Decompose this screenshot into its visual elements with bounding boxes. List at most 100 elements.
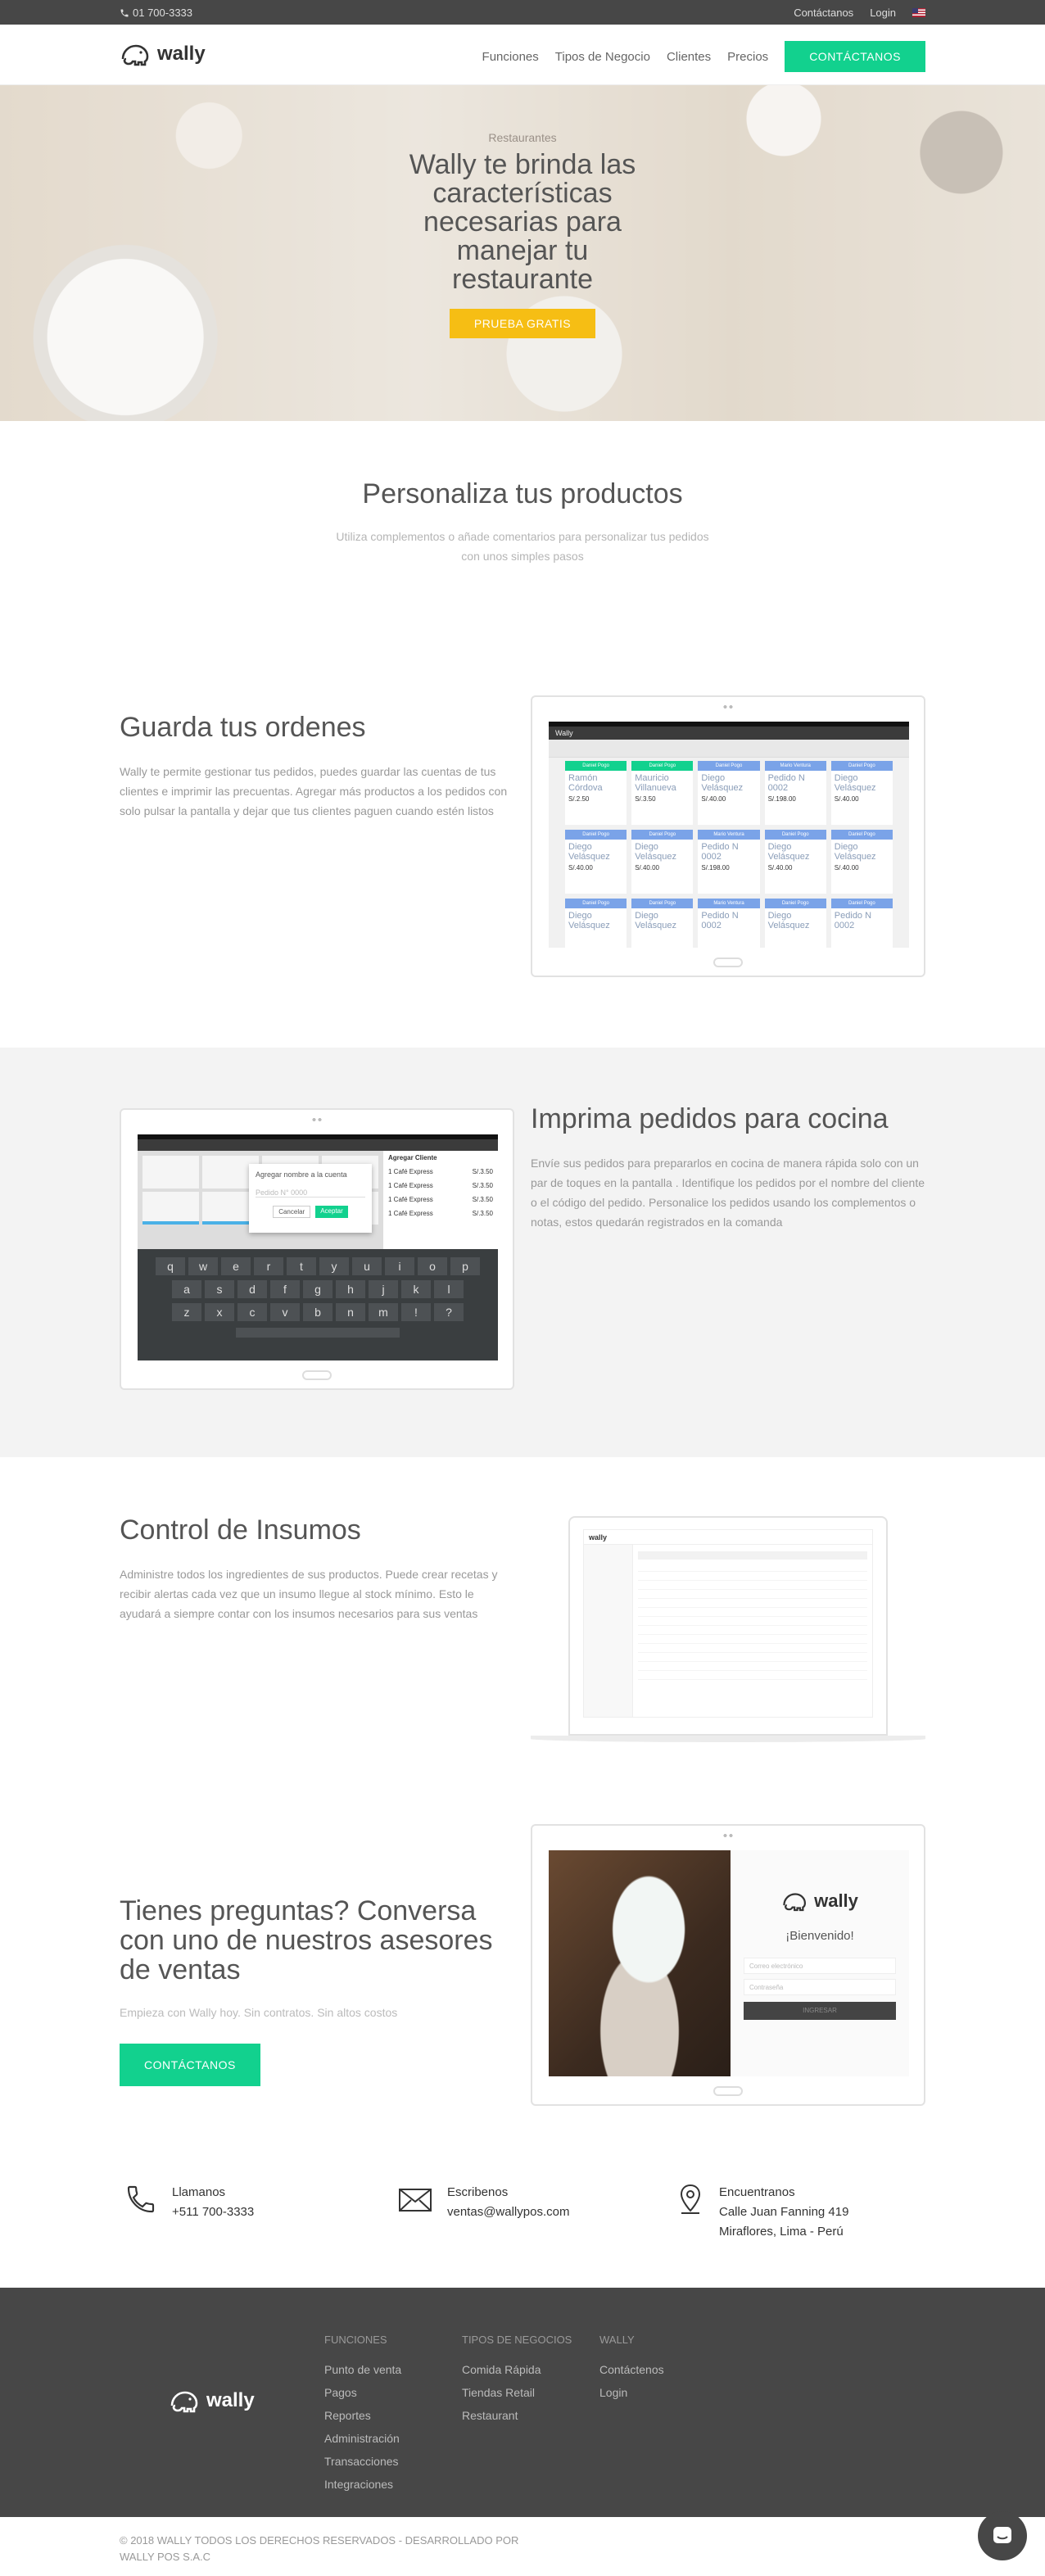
- keyboard-key[interactable]: e: [221, 1257, 251, 1275]
- footer-link[interactable]: Reportes: [324, 2404, 401, 2427]
- order-card[interactable]: Daniel Pogo Diego Velásquez S/.40.00: [565, 830, 627, 894]
- contact-address[interactable]: Encuentranos Calle Juan Fanning 419 Miraf…: [676, 2183, 883, 2242]
- footer-link[interactable]: Comida Rápida: [462, 2358, 572, 2381]
- keyboard-key[interactable]: ?: [434, 1303, 464, 1321]
- order-card[interactable]: Daniel Pogo Diego Velásquez S/.40.00: [830, 761, 893, 825]
- footer-link[interactable]: Punto de venta: [324, 2358, 401, 2381]
- order-line-item[interactable]: 1 Café Express S/.3.50: [388, 1210, 493, 1217]
- order-card[interactable]: Daniel Pogo Diego Velásquez S/.40.00: [830, 830, 893, 894]
- feature-kitchen: Agregar nombre a la cuenta Pedido N° 000…: [0, 1048, 1045, 1457]
- order-card[interactable]: Mario Ventura Pedido N 0002: [698, 899, 760, 948]
- order-item-price: S/.3.50: [472, 1168, 493, 1175]
- order-item-name: 1 Café Express: [388, 1168, 433, 1175]
- order-card[interactable]: Daniel Pogo Diego Velásquez S/.40.00: [698, 761, 760, 825]
- wally-logo[interactable]: wally: [120, 41, 206, 67]
- dialog-name-input[interactable]: Pedido N° 0000: [256, 1188, 365, 1197]
- keyboard-key[interactable]: k: [401, 1280, 431, 1298]
- keyboard-key[interactable]: m: [369, 1303, 398, 1321]
- keyboard-key[interactable]: w: [188, 1257, 218, 1275]
- order-card[interactable]: Daniel Pogo Diego Velásquez: [631, 899, 694, 948]
- order-card[interactable]: Daniel Pogo Diego Velásquez: [764, 899, 826, 948]
- free-trial-button[interactable]: PRUEBA GRATIS: [449, 309, 596, 338]
- order-card[interactable]: Daniel Pogo Diego Velásquez S/.40.00: [764, 830, 826, 894]
- login-email-input[interactable]: Correo electrónico: [744, 1958, 896, 1974]
- onscreen-keyboard: q w e r t y u i o p a s d f g h j k l z x c v b n m!?: [138, 1249, 498, 1360]
- keyboard-key[interactable]: t: [287, 1257, 316, 1275]
- top-bar: 01 700-3333 Contáctanos Login: [0, 0, 1045, 25]
- footer-col-tipos: TIPOS DE NEGOCIOS Comida Rápida Tiendas …: [462, 2329, 572, 2427]
- nav-contact-button[interactable]: CONTÁCTANOS: [785, 41, 925, 72]
- keyboard-key[interactable]: y: [319, 1257, 349, 1275]
- footer-link[interactable]: Administración: [324, 2427, 401, 2450]
- footer-link[interactable]: Pagos: [324, 2381, 401, 2404]
- cta-contact-button[interactable]: CONTÁCTANOS: [120, 2044, 260, 2086]
- order-card-name: Diego Velásquez: [701, 773, 744, 793]
- footer-logo[interactable]: wally: [169, 2388, 255, 2414]
- order-card-amount: S/.40.00: [635, 864, 659, 871]
- keyboard-key[interactable]: q: [156, 1257, 185, 1275]
- us-flag-icon[interactable]: [912, 8, 925, 17]
- contact-address-value: Calle Juan Fanning 419 Miraflores, Lima …: [719, 2205, 849, 2239]
- keyboard-key[interactable]: !: [401, 1303, 431, 1321]
- keyboard-key[interactable]: f: [270, 1280, 300, 1298]
- keyboard-key[interactable]: x: [205, 1303, 234, 1321]
- footer-link[interactable]: Contáctenos: [599, 2358, 664, 2381]
- keyboard-key[interactable]: b: [303, 1303, 332, 1321]
- order-card-name: Mauricio Villanueva: [635, 773, 676, 793]
- keyboard-key[interactable]: r: [254, 1257, 283, 1275]
- order-card[interactable]: Daniel Pogo Diego Velásquez: [565, 899, 627, 948]
- feature-supplies-title: Control de Insumos: [120, 1514, 361, 1546]
- order-card[interactable]: Mario Ventura Pedido N 0002 S/.198.00: [764, 761, 826, 825]
- laptop-mockup: wally: [568, 1516, 888, 1736]
- nav-item-funciones[interactable]: Funciones: [482, 50, 539, 64]
- order-line-item[interactable]: 1 Café Express S/.3.50: [388, 1168, 493, 1175]
- footer-link[interactable]: Restaurant: [462, 2404, 572, 2427]
- footer-link[interactable]: Tiendas Retail: [462, 2381, 572, 2404]
- footer-link[interactable]: Transacciones: [324, 2450, 401, 2473]
- keyboard-key[interactable]: g: [303, 1280, 332, 1298]
- keyboard-key[interactable]: u: [352, 1257, 382, 1275]
- chat-launcher[interactable]: [978, 2511, 1027, 2560]
- keyboard-key[interactable]: s: [205, 1280, 234, 1298]
- keyboard-key[interactable]: h: [336, 1280, 365, 1298]
- keyboard-key[interactable]: n: [336, 1303, 365, 1321]
- dialog-title: Agregar nombre a la cuenta: [256, 1170, 347, 1179]
- elephant-logo-icon: [170, 2391, 198, 2413]
- keyboard-key[interactable]: l: [434, 1280, 464, 1298]
- keyboard-key[interactable]: i: [385, 1257, 414, 1275]
- topbar-login-link[interactable]: Login: [870, 7, 896, 19]
- keyboard-key[interactable]: z: [172, 1303, 201, 1321]
- order-card[interactable]: Mario Ventura Pedido N 0002 S/.198.00: [698, 830, 760, 894]
- order-card-header: Mario Ventura: [698, 899, 760, 908]
- nav-item-clientes[interactable]: Clientes: [667, 50, 711, 64]
- keyboard-key[interactable]: o: [418, 1257, 447, 1275]
- keyboard-key[interactable]: c: [238, 1303, 267, 1321]
- contact-phone[interactable]: Llamanos +511 700-3333: [124, 2183, 254, 2222]
- topbar-contact-link[interactable]: Contáctanos: [794, 7, 853, 19]
- footer-link[interactable]: Login: [599, 2381, 664, 2404]
- topbar-phone[interactable]: 01 700-3333: [120, 7, 192, 19]
- order-card-name: Diego Velásquez: [635, 842, 676, 862]
- footer-link[interactable]: Integraciones: [324, 2473, 401, 2496]
- order-card[interactable]: Daniel Pogo Mauricio Villanueva S/.3.50: [631, 761, 694, 825]
- dialog-cancel-button[interactable]: Cancelar: [273, 1206, 311, 1218]
- nav-item-precios[interactable]: Precios: [727, 50, 768, 64]
- contact-email[interactable]: Escribenos ventas@wallypos.com: [398, 2183, 569, 2222]
- order-card[interactable]: Daniel Pogo Diego Velásquez S/.40.00: [631, 830, 694, 894]
- keyboard-key[interactable]: p: [450, 1257, 480, 1275]
- login-submit-button[interactable]: INGRESAR: [744, 2002, 896, 2020]
- order-card[interactable]: Daniel Pogo Ramón Córdova S/.2.50: [565, 761, 627, 825]
- keyboard-key[interactable]: d: [238, 1280, 267, 1298]
- dialog-accept-button[interactable]: Aceptar: [315, 1206, 348, 1218]
- nav-item-tipos-de-negocio[interactable]: Tipos de Negocio: [555, 50, 650, 64]
- order-line-item[interactable]: 1 Café Express S/.3.50: [388, 1182, 493, 1189]
- order-card[interactable]: Daniel Pogo Pedido N 0002: [830, 899, 893, 948]
- keyboard-key[interactable]: a: [172, 1280, 201, 1298]
- keyboard-key[interactable]: v: [270, 1303, 300, 1321]
- login-password-input[interactable]: Contraseña: [744, 1979, 896, 1995]
- order-line-item[interactable]: 1 Café Express S/.3.50: [388, 1196, 493, 1203]
- order-card-header: Daniel Pogo: [698, 761, 760, 771]
- order-card-amount: S/.2.50: [568, 795, 590, 803]
- order-item-price: S/.3.50: [472, 1210, 493, 1217]
- keyboard-key[interactable]: j: [369, 1280, 398, 1298]
